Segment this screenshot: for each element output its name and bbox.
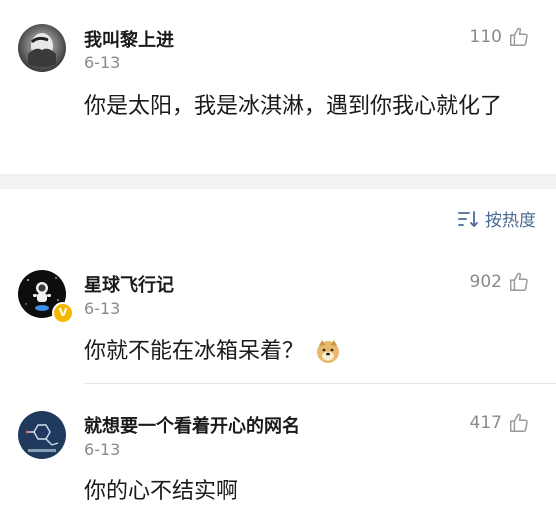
like-button[interactable]: 110 — [470, 26, 530, 48]
avatar[interactable] — [18, 24, 66, 72]
like-button[interactable]: 417 — [470, 412, 530, 434]
comment-text: 你的心不结实啊 — [84, 479, 239, 504]
like-button[interactable]: 902 — [470, 271, 530, 293]
comment-date: 6-13 — [84, 440, 121, 459]
verified-badge-icon: V — [52, 302, 74, 324]
molecule-avatar-icon — [18, 411, 66, 459]
sort-icon — [458, 210, 478, 227]
comment-divider — [84, 383, 556, 384]
username[interactable]: 我叫黎上进 — [84, 26, 174, 52]
username[interactable]: 星球飞行记 — [84, 271, 174, 297]
like-count: 417 — [469, 413, 502, 433]
comment-text-row: 你就不能在冰箱呆着？ — [84, 335, 534, 369]
username[interactable]: 就想要一个看着开心的网名 — [84, 412, 300, 438]
like-count: 902 — [469, 272, 502, 292]
comment-date: 6-13 — [84, 53, 121, 72]
doge-emoji-icon — [317, 340, 340, 363]
section-divider — [0, 174, 556, 189]
comment-date: 6-13 — [84, 299, 121, 318]
comment-text: 你是太阳，我是冰淇淋，遇到你我心就化了 — [84, 94, 503, 119]
thumbs-up-icon — [510, 272, 528, 291]
comment-text: 你就不能在冰箱呆着？ — [84, 339, 305, 364]
sort-label: 按热度 — [485, 211, 536, 231]
avatar[interactable] — [18, 411, 66, 459]
sort-by-hot-button[interactable]: 按热度 — [457, 206, 536, 231]
thumbs-up-icon — [510, 27, 528, 46]
person-covering-face-avatar-icon — [18, 24, 66, 72]
like-count: 110 — [469, 27, 502, 47]
thumbs-up-icon — [510, 413, 528, 432]
